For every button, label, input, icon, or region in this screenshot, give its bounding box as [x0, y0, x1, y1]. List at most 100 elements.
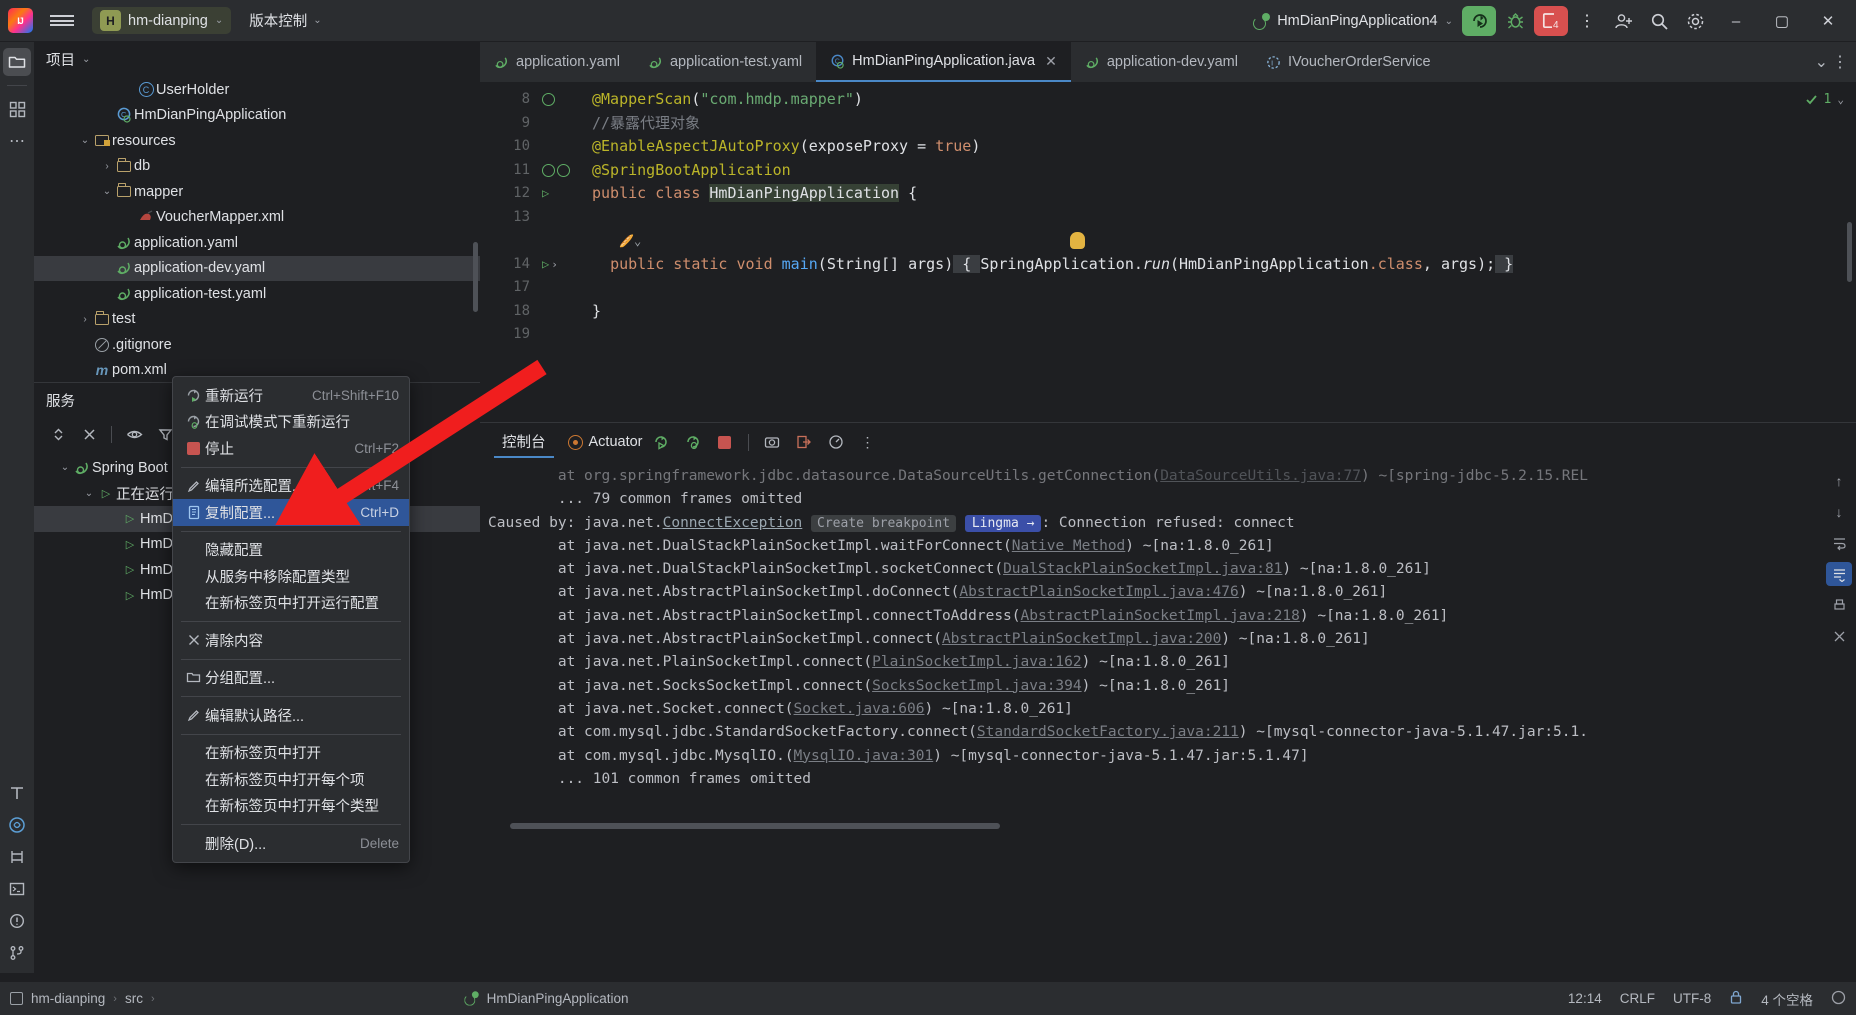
tab-application-test-yaml[interactable]: application-test.yaml — [634, 42, 816, 82]
stacktrace-link[interactable]: AbstractPlainSocketImpl.java:218 — [1021, 608, 1300, 624]
stacktrace-link[interactable]: DataSourceUtils.java:77 — [1160, 468, 1361, 484]
profile-icon[interactable] — [822, 429, 850, 455]
sidebar-item-structure[interactable] — [3, 95, 31, 123]
rerun-icon[interactable] — [647, 429, 675, 455]
intention-bulb-icon[interactable] — [1070, 232, 1085, 249]
run-gutter-icon[interactable]: ▷ — [542, 182, 549, 206]
debug-button[interactable] — [1498, 4, 1532, 38]
camera-icon[interactable] — [758, 429, 786, 455]
run-button[interactable] — [1462, 6, 1496, 36]
stacktrace-link[interactable]: SocksSocketImpl.java:394 — [872, 678, 1082, 694]
menu-item-19[interactable]: 在新标签页中打开每个类型 — [173, 793, 409, 820]
menu-item-11[interactable]: 清除内容 — [173, 627, 409, 654]
status-line-separator[interactable]: CRLF — [1620, 991, 1655, 1006]
tab-console[interactable]: 控制台 — [494, 427, 554, 458]
menu-item-13[interactable]: 分组配置... — [173, 665, 409, 692]
stacktrace-link[interactable]: Native Method — [1012, 538, 1126, 554]
sidebar-item-terminal[interactable] — [3, 875, 31, 903]
sidebar-item-ai[interactable] — [3, 811, 31, 839]
project-panel-header[interactable]: 项目 ⌄ — [34, 42, 480, 77]
tab-more-icon[interactable]: ⋮ — [1832, 52, 1848, 72]
chevron-down-icon[interactable]: ⌄ — [82, 488, 96, 499]
chevron-down-icon[interactable]: ⌄ — [78, 135, 92, 146]
gutter-marks[interactable] — [538, 163, 580, 177]
inspection-widget[interactable]: 1 ⌄ — [1805, 88, 1844, 112]
sidebar-item-problems[interactable] — [3, 907, 31, 935]
tree-item-resources[interactable]: ⌄ resources — [34, 128, 480, 154]
stop-icon[interactable] — [711, 429, 739, 455]
soft-wrap-icon[interactable] — [1826, 531, 1852, 555]
tab-actuator[interactable]: Actuator — [567, 434, 643, 450]
tab-ivoucherorderservice[interactable]: I IVoucherOrderService — [1252, 42, 1445, 82]
search-icon[interactable] — [1642, 4, 1676, 38]
chevron-down-icon[interactable]: ⌄ — [82, 54, 90, 65]
ai-assistant-icon[interactable] — [1831, 990, 1846, 1008]
tree-item-vouchermapper-xml[interactable]: VoucherMapper.xml — [34, 205, 480, 231]
settings-icon[interactable] — [1678, 4, 1712, 38]
vcs-menu[interactable]: 版本控制 ⌄ — [249, 10, 321, 31]
chevron-right-icon[interactable]: › — [100, 161, 114, 172]
console-more-icon[interactable]: ⋮ — [854, 429, 882, 455]
menu-item-9[interactable]: 在新标签页中打开运行配置 — [173, 590, 409, 617]
export-icon[interactable] — [790, 429, 818, 455]
project-selector[interactable]: H hm-dianping ⌄ — [92, 7, 232, 34]
code-editor[interactable]: 1 ⌄ 8 @MapperScan("com.hmdp.mapper") 9 /… — [480, 82, 1856, 347]
status-indent[interactable]: 4 个空格 — [1761, 989, 1813, 1009]
print-icon[interactable] — [1826, 593, 1852, 617]
menu-item-18[interactable]: 在新标签页中打开每个项 — [173, 766, 409, 793]
menu-item-1[interactable]: 在调试模式下重新运行 — [173, 409, 409, 436]
more-options-button[interactable]: ⋮ — [1570, 4, 1604, 38]
exception-link[interactable]: ConnectException — [663, 515, 803, 531]
expand-collapse-icon[interactable] — [44, 421, 72, 447]
chevron-right-icon[interactable]: › — [78, 314, 92, 325]
sidebar-item-more[interactable]: ⋯ — [3, 127, 31, 155]
menu-item-0[interactable]: 重新运行 Ctrl+Shift+F10 — [173, 382, 409, 409]
clear-all-icon[interactable] — [1826, 624, 1852, 648]
menu-item-15[interactable]: 编辑默认路径... — [173, 702, 409, 729]
maximize-button[interactable]: ▢ — [1760, 0, 1804, 42]
tree-item-application-dev-yaml[interactable]: application-dev.yaml — [34, 255, 480, 281]
scroll-down-icon[interactable]: ↓ — [1826, 500, 1852, 524]
gutter-marks[interactable] — [538, 93, 580, 107]
menu-item-7[interactable]: 隐藏配置 — [173, 537, 409, 564]
menu-item-4[interactable]: 编辑所选配置... Shift+F4 — [173, 473, 409, 500]
scroll-to-end-icon[interactable] — [1826, 562, 1852, 586]
sidebar-item-build[interactable] — [3, 843, 31, 871]
sidebar-item-project[interactable] — [3, 48, 31, 76]
stacktrace-link[interactable]: AbstractPlainSocketImpl.java:476 — [959, 584, 1238, 600]
stacktrace-link[interactable]: MysqlIO.java:301 — [794, 748, 934, 764]
stacktrace-link[interactable]: AbstractPlainSocketImpl.java:200 — [942, 631, 1221, 647]
close-button[interactable]: ✕ — [1806, 0, 1850, 42]
tree-item--gitignore[interactable]: .gitignore — [34, 332, 480, 358]
tree-item-test[interactable]: › test — [34, 307, 480, 333]
inlay-hint[interactable]: 🥖⌄ — [580, 229, 1856, 254]
rerun-debug-icon[interactable] — [679, 429, 707, 455]
run-configuration-selector[interactable]: HmDianPingApplication4 ⌄ — [1246, 10, 1460, 33]
stacktrace-link[interactable]: DualStackPlainSocketImpl.java:81 — [1003, 561, 1282, 577]
run-gutter-icon[interactable]: ▷ — [542, 253, 549, 277]
sidebar-item-git[interactable] — [3, 939, 31, 967]
stacktrace-link[interactable]: StandardSocketFactory.java:211 — [977, 724, 1239, 740]
gutter-marks[interactable]: ▷ › — [538, 253, 580, 277]
menu-item-17[interactable]: 在新标签页中打开 — [173, 740, 409, 767]
tab-hmdianpingapplication-java[interactable]: C HmDianPingApplication.java ✕ — [816, 42, 1071, 82]
tree-item-db[interactable]: › db — [34, 154, 480, 180]
chevron-down-icon[interactable]: ⌄ — [100, 186, 114, 197]
close-icon[interactable]: ✕ — [1045, 53, 1057, 70]
sidebar-item-todo[interactable] — [3, 779, 31, 807]
editor-scrollbar[interactable] — [1847, 222, 1852, 282]
add-user-icon[interactable] — [1606, 4, 1640, 38]
tab-application-yaml[interactable]: application.yaml — [480, 42, 634, 82]
minimize-button[interactable]: – — [1714, 0, 1758, 42]
status-encoding[interactable]: UTF-8 — [1673, 991, 1711, 1006]
menu-item-8[interactable]: 从服务中移除配置类型 — [173, 563, 409, 590]
console-output[interactable]: at org.springframework.jdbc.datasource.D… — [480, 461, 1856, 813]
inspection-icon[interactable] — [542, 93, 555, 107]
lingma-badge[interactable]: Lingma → — [964, 514, 1042, 532]
gutter-marks[interactable]: ▷ — [538, 182, 580, 206]
tree-item-hmdianpingapplication[interactable]: C HmDianPingApplication — [34, 103, 480, 129]
tree-item-application-test-yaml[interactable]: application-test.yaml — [34, 281, 480, 307]
eye-icon[interactable] — [120, 421, 148, 447]
chevron-down-icon[interactable]: ⌄ — [58, 462, 72, 473]
bean-check-icon[interactable] — [557, 163, 570, 177]
